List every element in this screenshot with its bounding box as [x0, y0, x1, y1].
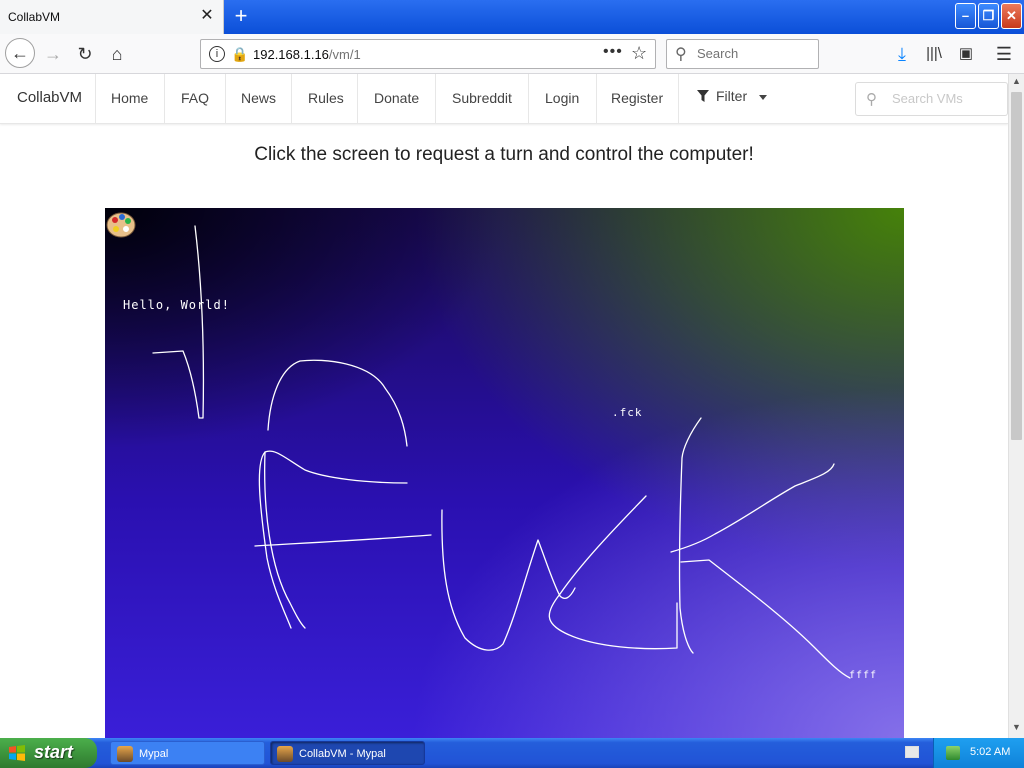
hamburger-menu-icon[interactable]: ☰ [990, 40, 1018, 68]
sidebar-icon[interactable]: ▣ [952, 40, 980, 68]
site-navbar: CollabVM Home FAQ News Rules Donate Subr… [0, 74, 1008, 124]
info-icon[interactable]: i [209, 46, 225, 62]
page-content: CollabVM Home FAQ News Rules Donate Subr… [0, 74, 1008, 738]
vm-scribble [254, 534, 432, 547]
vm-scribble [680, 559, 851, 679]
vm-scribble [548, 495, 678, 650]
paint-palette-icon[interactable] [105, 208, 137, 240]
nav-divider [291, 74, 292, 124]
url-text[interactable]: 192.168.1.16/vm/1 [253, 47, 361, 62]
vm-scribble [670, 463, 835, 553]
scroll-up-arrow-icon[interactable]: ▲ [1012, 76, 1021, 86]
vm-display[interactable]: Hello, World! .fck ffff [105, 208, 904, 738]
vm-scribble [264, 451, 306, 629]
nav-divider [164, 74, 165, 124]
browser-tab-strip: CollabVM ✕ + – ❐ ✕ [0, 0, 1024, 34]
vm-hello-text: Hello, World! [123, 298, 230, 312]
tab-close-icon[interactable]: ✕ [198, 7, 216, 25]
browser-search-input[interactable] [697, 46, 812, 61]
forward-button[interactable]: → [39, 40, 67, 68]
mypal-app-icon [117, 746, 133, 762]
nav-link-subreddit[interactable]: Subreddit [452, 90, 512, 106]
download-icon[interactable]: ⤓ [888, 40, 916, 68]
vm-scribble [267, 359, 408, 447]
nav-divider [528, 74, 529, 124]
scrollbar-thumb[interactable] [1011, 92, 1022, 440]
vm-fck-text: .fck [612, 406, 643, 419]
url-path: /vm/1 [328, 47, 361, 62]
start-label: start [34, 742, 74, 762]
turn-request-message: Click the screen to request a turn and c… [254, 144, 754, 165]
new-tab-button[interactable]: + [230, 5, 252, 27]
vm-drawing-layer [152, 225, 851, 679]
bookmark-star-icon[interactable]: ☆ [631, 43, 647, 64]
filter-dropdown[interactable]: Filter [696, 88, 768, 104]
nav-link-register[interactable]: Register [611, 90, 663, 106]
nav-divider [678, 74, 679, 124]
tab-collabvm[interactable]: CollabVM ✕ [0, 0, 224, 34]
taskbar-item-label: CollabVM - Mypal [299, 748, 386, 760]
reload-button[interactable]: ↻ [71, 40, 99, 68]
scroll-down-arrow-icon[interactable]: ▼ [1012, 722, 1021, 732]
browser-toolbar: ← → ↻ ⌂ i 🔒 192.168.1.16/vm/1 ••• ☆ ⚲ ⤓ … [0, 34, 1024, 74]
vm-scribble [441, 509, 576, 651]
caret-down-icon [759, 94, 768, 100]
mypal-app-icon [277, 746, 293, 762]
taskbar-item-mypal[interactable]: Mypal [110, 741, 265, 765]
nav-link-news[interactable]: News [241, 90, 276, 106]
windows-logo-icon [9, 745, 25, 761]
reload-icon: ↻ [77, 44, 93, 64]
start-button[interactable]: start [0, 738, 97, 768]
window-minimize-button[interactable]: – [955, 3, 976, 29]
vm-scribble [678, 417, 702, 654]
system-tray: 5:02 AM [933, 738, 1024, 768]
taskbar-item-label: Mypal [139, 748, 169, 760]
nav-link-donate[interactable]: Donate [374, 90, 419, 106]
brand-link[interactable]: CollabVM [17, 89, 82, 106]
nav-divider [357, 74, 358, 124]
search-icon: ⚲ [866, 91, 877, 108]
url-bar[interactable]: i 🔒 192.168.1.16/vm/1 ••• ☆ [200, 39, 656, 69]
url-host: 192.168.1.16 [253, 47, 329, 62]
nav-divider [225, 74, 226, 124]
vm-scribble [258, 450, 408, 629]
browser-search-bar[interactable]: ⚲ [666, 39, 819, 69]
insecure-lock-icon[interactable]: 🔒 [231, 46, 248, 63]
home-button[interactable]: ⌂ [103, 40, 131, 68]
filter-label: Filter [716, 88, 748, 104]
clock[interactable]: 5:02 AM [970, 746, 1010, 758]
nav-divider [596, 74, 597, 124]
filter-icon [697, 90, 709, 102]
nav-divider [435, 74, 436, 124]
windows-taskbar: start Mypal CollabVM - Mypal 5:02 AM [0, 738, 1024, 768]
back-button[interactable]: ← [5, 38, 35, 68]
nav-link-rules[interactable]: Rules [308, 90, 344, 106]
back-arrow-icon: ← [11, 43, 29, 63]
search-icon: ⚲ [675, 46, 687, 63]
search-vms-box[interactable]: ⚲ [855, 82, 1008, 116]
search-vms-input[interactable] [892, 91, 1002, 106]
keyboard-icon[interactable] [905, 746, 919, 758]
vm-scribble [152, 225, 205, 419]
nav-link-login[interactable]: Login [545, 90, 579, 106]
library-icon[interactable]: |||\ [920, 40, 948, 68]
taskbar-item-collabvm-mypal[interactable]: CollabVM - Mypal [270, 741, 425, 765]
nav-divider [95, 74, 96, 124]
vm-ffff-text: ffff [849, 670, 878, 681]
window-maximize-button[interactable]: ❐ [978, 3, 999, 29]
home-icon: ⌂ [111, 44, 123, 64]
nav-link-faq[interactable]: FAQ [181, 90, 209, 106]
forward-arrow-icon: → [44, 44, 62, 64]
page-actions-icon[interactable]: ••• [603, 43, 623, 61]
network-icon[interactable] [946, 746, 960, 760]
nav-link-home[interactable]: Home [111, 90, 148, 106]
window-close-button[interactable]: ✕ [1001, 3, 1022, 29]
tab-title: CollabVM [8, 10, 61, 24]
page-scrollbar[interactable]: ▲ ▼ [1008, 74, 1024, 738]
